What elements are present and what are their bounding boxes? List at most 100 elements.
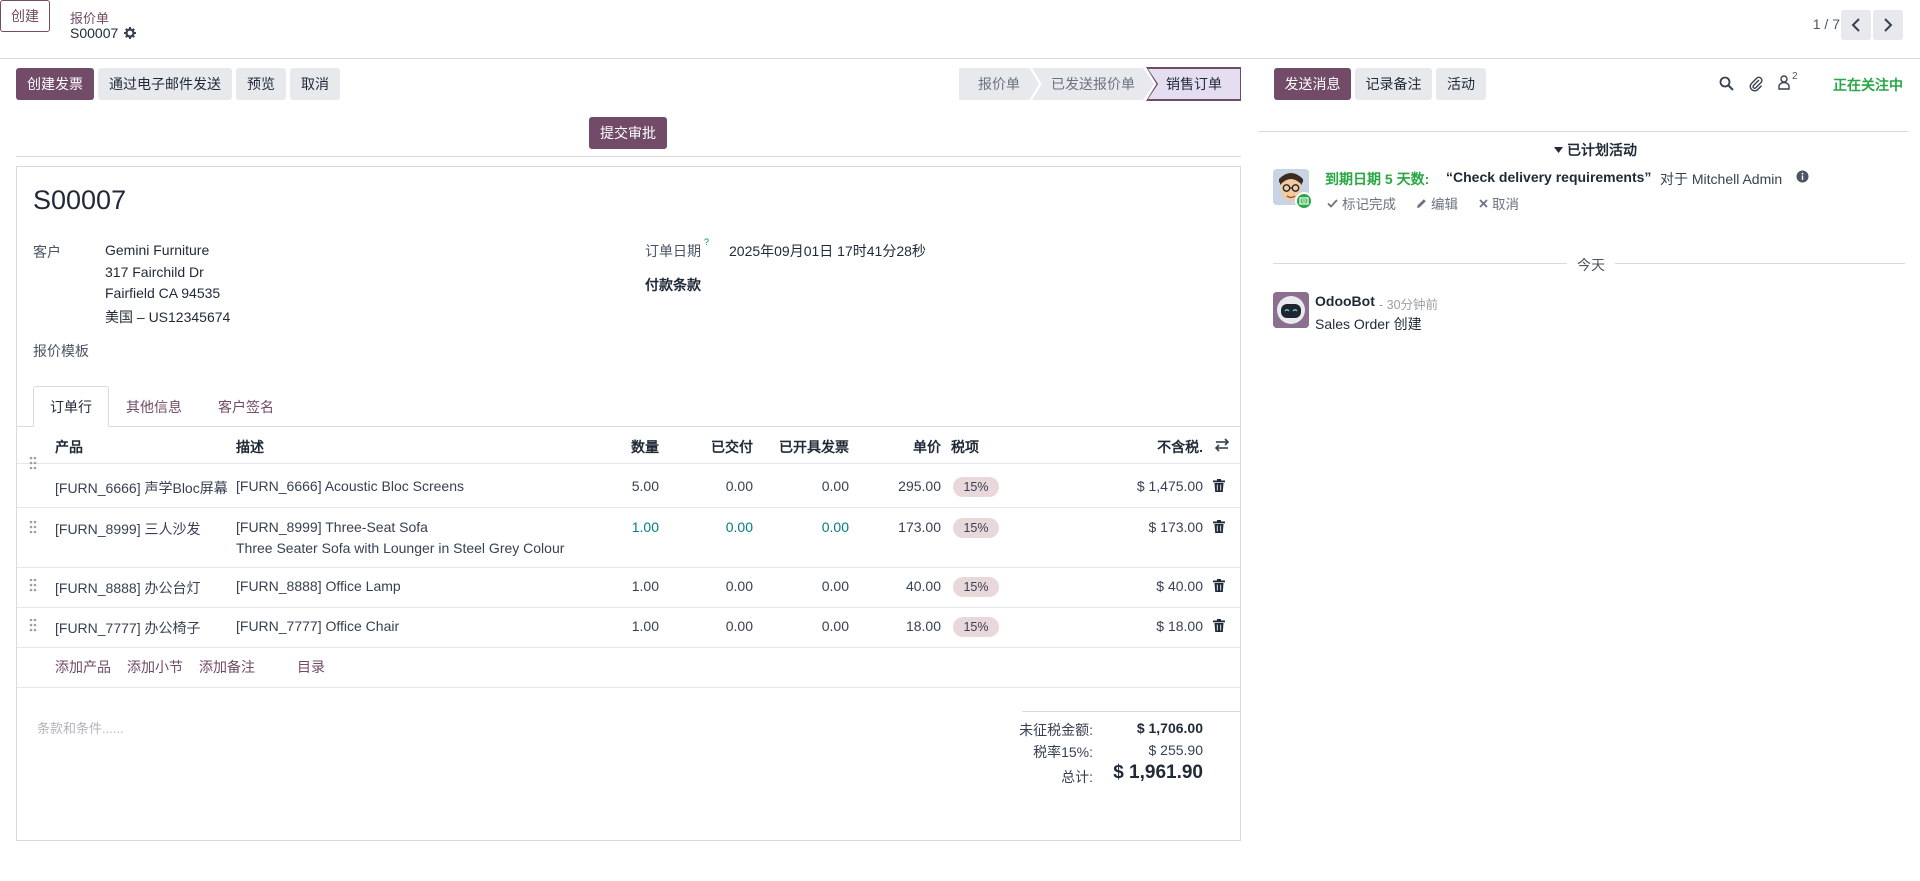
line-subtotal: $ 1,475.00 [1136,478,1203,494]
payment-terms-label: 付款条款 [645,277,701,293]
tax-amount: $ 255.90 [1148,742,1204,758]
line-subtotal: $ 18.00 [1156,618,1203,634]
tax-badge[interactable]: 15% [953,577,999,597]
add-product-link[interactable]: 添加产品 [55,657,111,677]
activity-title: “Check delivery requirements” [1446,169,1652,185]
line-description[interactable]: [FURN_8888] Office Lamp [236,578,401,594]
tab-customer-signature[interactable]: 客户签名 [201,387,291,427]
pager-value[interactable]: 1 / 7 [1790,16,1840,32]
drag-handle-icon[interactable] [29,618,37,632]
stage-quotation[interactable]: 报价单 [959,68,1039,100]
planned-activities-toggle[interactable]: 已计划活动 [1546,140,1645,160]
paperclip-icon[interactable] [1749,75,1763,92]
drag-handle-icon[interactable] [29,520,37,534]
control-panel-divider [0,58,1920,59]
following-status[interactable]: 正在关注中 [1833,75,1903,95]
row-divider [17,647,1240,648]
customer-address-line3: 美国 – US12345674 [105,309,231,325]
customer-address-line1: 317 Fairchild Dr [105,264,204,280]
line-unit-price[interactable]: 295.00 [857,478,941,494]
customer-label: 客户 [33,244,61,260]
trash-icon[interactable] [1213,579,1225,592]
tab-order-lines[interactable]: 订单行 [33,386,109,427]
line-invoiced: 0.00 [821,578,849,594]
catalog-link[interactable]: 目录 [297,657,325,677]
planned-activities-divider [1258,131,1908,132]
submit-approval-button[interactable]: 提交审批 [589,117,667,149]
add-section-link[interactable]: 添加小节 [127,657,183,677]
activity-due-label: 到期日期 5 天数: [1325,171,1430,187]
line-delivered: 0.00 [725,519,753,535]
tab-other-info[interactable]: 其他信息 [113,387,195,427]
cancel-activity-link[interactable]: 取消 [1479,193,1519,213]
header-divider [16,156,1241,157]
pencil-icon [1416,198,1427,209]
message-timestamp: - 30分钟前 [1379,298,1439,312]
message-author[interactable]: OdooBot [1315,293,1375,309]
column-header-product[interactable]: 产品 [55,437,83,457]
info-icon[interactable] [1796,170,1809,183]
edit-activity-link[interactable]: 编辑 [1416,193,1458,213]
line-delivered: 0.00 [725,578,753,594]
preview-button[interactable]: 预览 [236,68,286,100]
order-date-value[interactable]: 2025年09月01日 17时41分28秒 [729,241,926,261]
column-header-delivered[interactable]: 已交付 [677,437,753,457]
terms-conditions-field[interactable]: 条款和条件...... [37,718,124,737]
table-bottom-divider [17,687,1240,688]
pager-previous-button[interactable] [1841,10,1871,40]
avatar[interactable] [1273,292,1309,328]
activity-button[interactable]: 活动 [1436,68,1486,100]
column-header-subtotal[interactable]: 不含税. [1117,437,1203,457]
search-icon[interactable] [1719,76,1734,91]
line-unit-price[interactable]: 173.00 [857,519,941,535]
line-quantity[interactable]: 5.00 [597,478,659,494]
drag-handle-icon[interactable] [29,578,37,592]
untaxed-label: 未征税金额: [1019,722,1093,738]
trash-icon[interactable] [1213,520,1225,533]
record-name: S00007 [70,25,119,41]
line-product[interactable]: [FURN_7777] 办公椅子 [55,618,200,638]
create-button[interactable]: 创建 [0,0,50,32]
tax-badge[interactable]: 15% [953,617,999,637]
followers-icon[interactable] [1778,75,1790,90]
pager-next-button[interactable] [1873,10,1903,40]
customer-link[interactable]: Gemini Furniture [105,242,209,258]
line-product[interactable]: [FURN_6666] 声学Bloc屏幕 [55,478,228,498]
line-quantity[interactable]: 1.00 [597,519,659,535]
send-email-button[interactable]: 通过电子邮件发送 [98,68,232,100]
line-invoiced: 0.00 [821,618,849,634]
column-header-description[interactable]: 描述 [236,437,264,457]
column-header-invoiced[interactable]: 已开具发票 [757,437,849,457]
line-product[interactable]: [FURN_8999] 三人沙发 [55,519,200,539]
add-note-link[interactable]: 添加备注 [199,657,255,677]
line-description-detail[interactable]: Three Seater Sofa with Lounger in Steel … [236,540,564,556]
line-quantity[interactable]: 1.00 [597,578,659,594]
line-product[interactable]: [FURN_8888] 办公台灯 [55,578,200,598]
cancel-order-button[interactable]: 取消 [290,68,340,100]
column-header-unit-price[interactable]: 单价 [857,437,941,457]
gear-icon[interactable] [124,27,136,39]
column-settings-icon[interactable] [1215,438,1229,452]
create-invoice-button[interactable]: 创建发票 [16,68,94,100]
trash-icon[interactable] [1213,479,1225,492]
log-note-button[interactable]: 记录备注 [1355,68,1432,100]
stage-sales-order[interactable]: 销售订单 [1148,69,1240,99]
line-description[interactable]: [FURN_6666] Acoustic Bloc Screens [236,478,464,494]
line-unit-price[interactable]: 18.00 [857,618,941,634]
line-description[interactable]: [FURN_8999] Three-Seat Sofa [236,519,428,535]
line-description[interactable]: [FURN_7777] Office Chair [236,618,399,634]
column-header-taxes[interactable]: 税项 [951,437,979,457]
line-quantity[interactable]: 1.00 [597,618,659,634]
total-amount: $ 1,961.90 [1113,762,1203,783]
tax-label: 税率15%: [1033,744,1093,760]
trash-icon[interactable] [1213,619,1225,632]
drag-handle-icon[interactable] [29,456,37,470]
column-header-quantity[interactable]: 数量 [597,437,659,457]
order-date-help-icon[interactable]: ? [704,237,709,247]
line-unit-price[interactable]: 40.00 [857,578,941,594]
tax-badge[interactable]: 15% [953,477,999,497]
mark-done-link[interactable]: 标记完成 [1327,193,1396,213]
stage-quotation-sent[interactable]: 已发送报价单 [1032,68,1154,100]
tax-badge[interactable]: 15% [953,518,999,538]
send-message-button[interactable]: 发送消息 [1274,68,1351,100]
